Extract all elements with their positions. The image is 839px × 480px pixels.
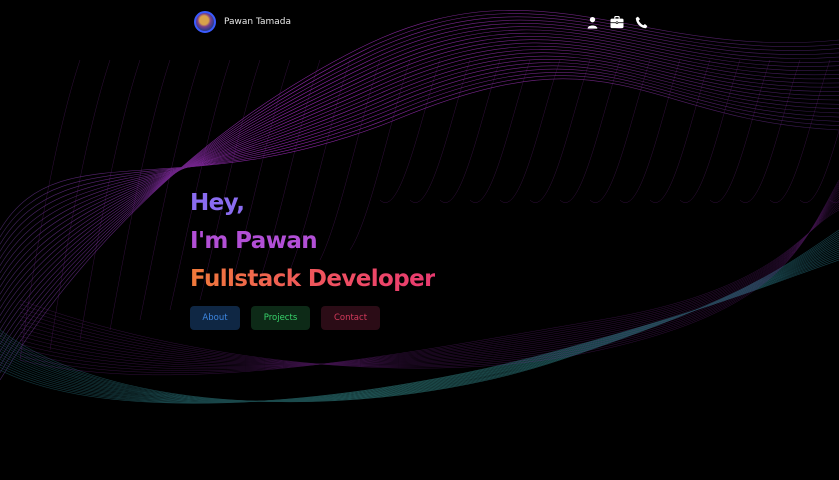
projects-button[interactable]: Projects: [251, 306, 310, 330]
cta-buttons: About Projects Contact: [190, 306, 380, 330]
header: Pawan Tamada: [194, 8, 648, 36]
wave-line: [829, 199, 839, 203]
brand-name[interactable]: Pawan Tamada: [224, 17, 291, 27]
wave-line: [79, 59, 141, 341]
brand[interactable]: Pawan Tamada: [194, 11, 291, 33]
contact-button[interactable]: Contact: [321, 306, 380, 330]
hero-name: I'm Pawan: [190, 228, 318, 254]
hero-greeting: Hey,: [190, 190, 245, 216]
briefcase-icon[interactable]: [610, 15, 624, 29]
user-icon[interactable]: [586, 16, 599, 29]
nav-icons: [586, 15, 648, 29]
page: Pawan Tamada Hey, I'm Pawan Fullstack De…: [0, 0, 839, 480]
about-button[interactable]: About: [190, 306, 240, 330]
wave-line: [799, 130, 839, 203]
phone-icon[interactable]: [635, 16, 648, 29]
hero-role: Fullstack Developer: [190, 260, 435, 298]
avatar[interactable]: [194, 11, 216, 33]
hero: Hey, I'm Pawan Fullstack Developer: [190, 184, 435, 298]
